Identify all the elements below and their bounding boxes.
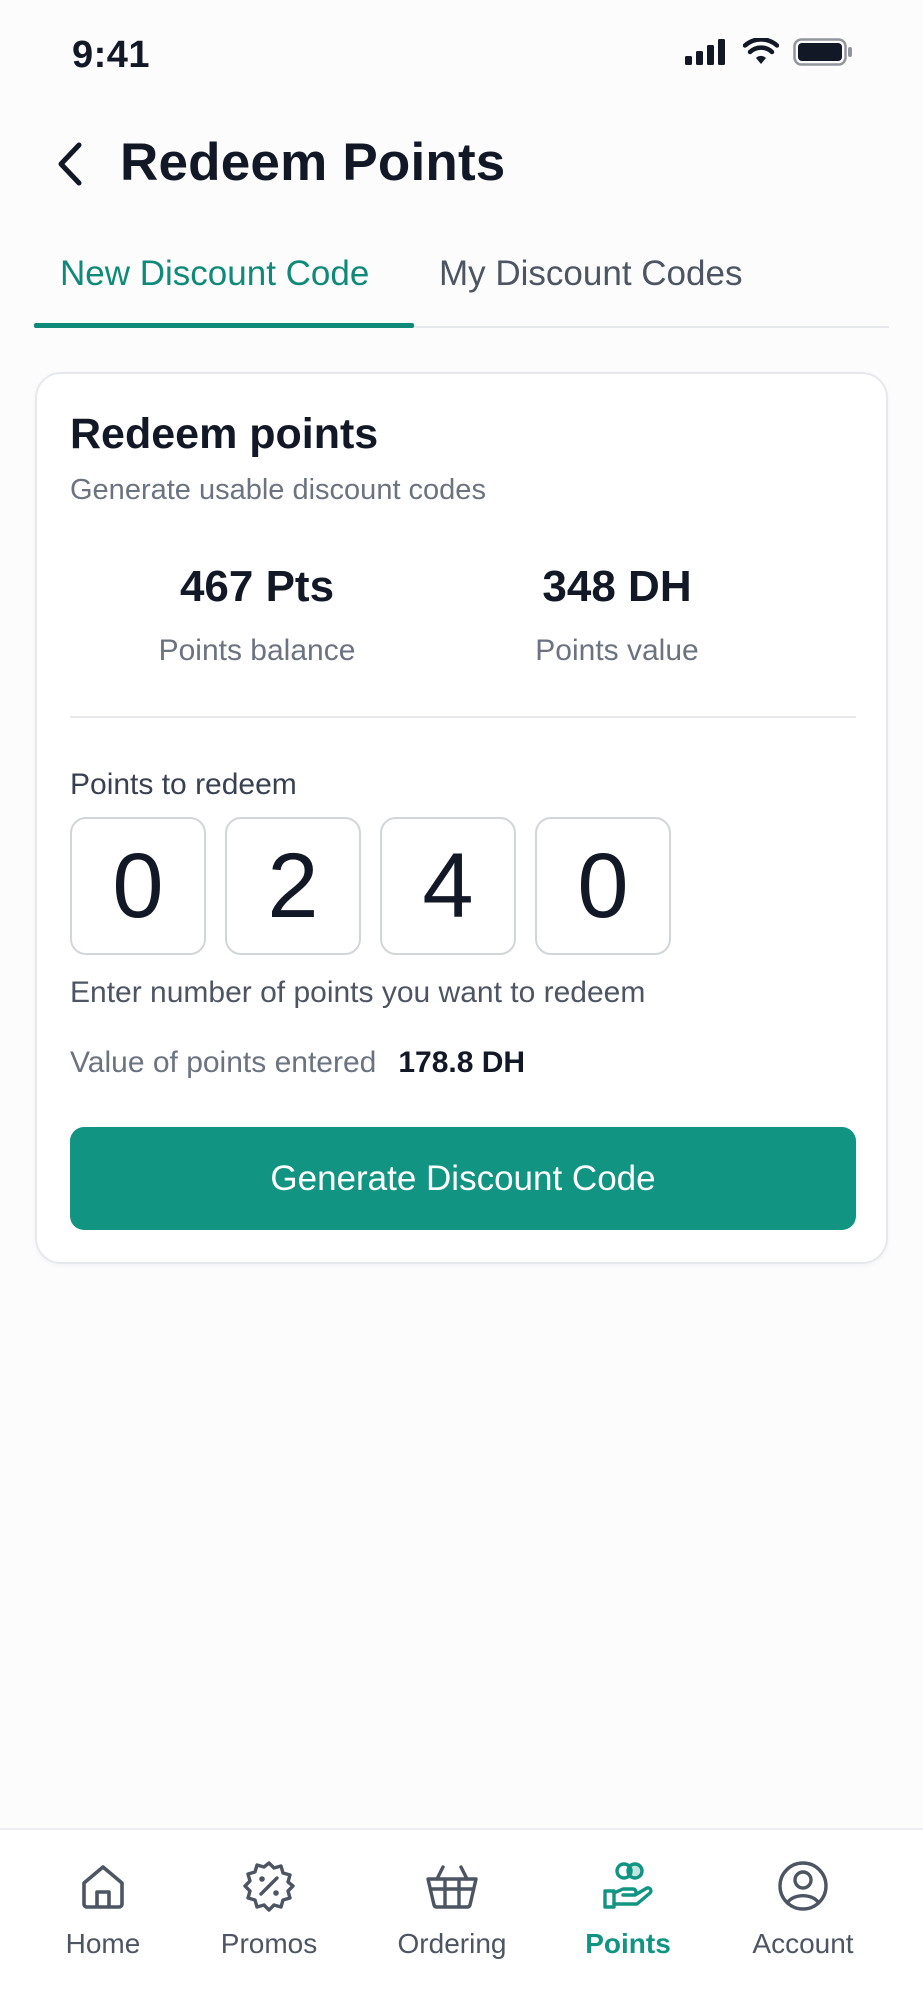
digit-helper-text: Enter number of points you want to redee… — [70, 976, 646, 1009]
points-hand-icon — [600, 1858, 656, 1914]
basket-icon — [424, 1858, 480, 1914]
back-button[interactable] — [46, 138, 94, 194]
value-entered-label: Value of points entered — [70, 1046, 377, 1079]
nav-item-account[interactable]: Account — [728, 1858, 878, 1960]
points-digit-input: 0 2 4 0 — [70, 817, 671, 955]
nav-label-account: Account — [752, 1928, 854, 1959]
bottom-nav: Home Promos Ordering Points Account — [0, 1828, 923, 2000]
digit-input-4[interactable]: 0 — [535, 817, 671, 955]
generate-discount-code-button[interactable]: Generate Discount Code — [70, 1127, 856, 1230]
chevron-left-icon — [55, 141, 85, 192]
digit-input-3[interactable]: 4 — [380, 817, 516, 955]
digit-input-1[interactable]: 0 — [70, 817, 206, 955]
points-balance-stat: 467 Pts Points balance — [77, 562, 437, 668]
status-time: 9:41 — [72, 34, 151, 76]
nav-item-points[interactable]: Points — [553, 1858, 703, 1960]
status-bar: 9:41 — [0, 0, 923, 110]
points-to-redeem-label: Points to redeem — [70, 768, 297, 801]
nav-label-home: Home — [65, 1928, 141, 1959]
points-value-amount: 348 DH — [542, 562, 692, 611]
nav-label-ordering: Ordering — [397, 1928, 507, 1959]
points-value-label: Points value — [535, 634, 699, 667]
tab-bar: New Discount Code My Discount Codes — [34, 240, 889, 328]
cellular-signal-icon — [685, 39, 729, 70]
value-entered-amount: 178.8 DH — [398, 1046, 526, 1079]
card-title: Redeem points — [70, 410, 379, 458]
points-value-stat: 348 DH Points value — [437, 562, 797, 668]
active-tab-indicator — [34, 323, 414, 328]
user-circle-icon — [775, 1858, 831, 1914]
home-icon — [75, 1858, 131, 1914]
tab-my-discount-codes[interactable]: My Discount Codes — [439, 254, 742, 294]
header: Redeem Points — [0, 120, 923, 210]
wifi-icon — [742, 37, 780, 71]
redeem-card: Redeem points Generate usable discount c… — [35, 372, 888, 1264]
value-entered-row: Value of points entered 178.8 DH — [70, 1046, 525, 1080]
nav-label-points: Points — [585, 1928, 671, 1959]
nav-item-promos[interactable]: Promos — [194, 1858, 344, 1960]
points-balance-value: 467 Pts — [179, 562, 335, 611]
card-subtitle: Generate usable discount codes — [70, 474, 486, 506]
digit-input-2[interactable]: 2 — [225, 817, 361, 955]
points-balance-label: Points balance — [158, 634, 356, 667]
divider — [70, 716, 856, 718]
discount-badge-icon — [241, 1858, 297, 1914]
status-icons — [685, 37, 853, 71]
nav-item-ordering[interactable]: Ordering — [377, 1858, 527, 1960]
page-title: Redeem Points — [120, 133, 506, 192]
tab-new-discount-code[interactable]: New Discount Code — [60, 254, 369, 294]
redeem-points-screen: 9:41 Redeem Points New Discount Code My … — [0, 0, 923, 2000]
nav-item-home[interactable]: Home — [28, 1858, 178, 1960]
battery-icon — [793, 38, 853, 71]
nav-label-promos: Promos — [220, 1928, 318, 1959]
